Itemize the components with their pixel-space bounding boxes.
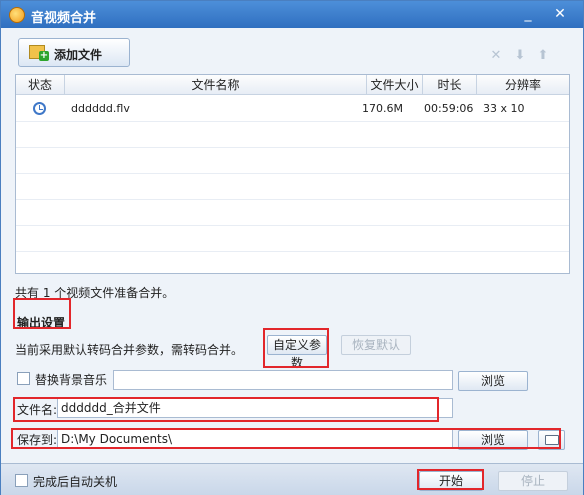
table-row[interactable]: dddddd.flv 170.6M 00:59:06 33 x 10	[16, 96, 569, 122]
header-size[interactable]: 文件大小	[367, 75, 423, 95]
open-folder-button[interactable]	[538, 430, 565, 450]
remove-icon[interactable]: ✕	[489, 49, 503, 63]
start-button[interactable]: 开始	[419, 471, 483, 491]
table-row-empty	[16, 200, 569, 226]
clock-icon	[33, 102, 46, 115]
plus-icon: +	[39, 50, 49, 61]
custom-params-button[interactable]: 自定义参数	[267, 335, 327, 370]
table-row-empty	[16, 122, 569, 148]
table-row-empty	[16, 174, 569, 200]
browse-bgm-button[interactable]: 浏览	[458, 371, 528, 391]
file-list: 状态 文件名称 文件大小 时长 分辨率 dddddd.flv 170.6M 00…	[15, 74, 570, 274]
save-path-input[interactable]: D:\My Documents\	[57, 429, 453, 449]
move-down-icon[interactable]: ⬇	[513, 49, 527, 63]
replace-bgm-checkbox[interactable]	[17, 372, 30, 385]
save-to-label: 保存到:	[17, 433, 58, 447]
table-row-empty	[16, 252, 569, 273]
filename-input[interactable]: dddddd_合并文件	[57, 398, 453, 418]
auto-shutdown-label: 完成后自动关机	[33, 475, 118, 489]
param-hint: 当前采用默认转码合并参数，需转码合并。	[15, 343, 244, 357]
window-title: 音视频合并	[31, 11, 97, 26]
file-resolution: 33 x 10	[483, 102, 525, 115]
move-up-icon[interactable]: ⬆	[536, 49, 550, 63]
file-size: 170.6M	[362, 102, 403, 115]
close-button[interactable]: ✕	[549, 4, 571, 24]
table-row-empty	[16, 226, 569, 252]
auto-shutdown-checkbox[interactable]	[15, 474, 28, 487]
file-count-text: 共有 1 个视频文件准备合并。	[15, 286, 175, 300]
add-file-label: 添加文件	[54, 48, 103, 62]
footer-bar: 完成后自动关机 开始 停止	[1, 463, 583, 495]
browse-save-button[interactable]: 浏览	[458, 430, 528, 450]
filename-label: 文件名:	[17, 403, 58, 417]
minimize-button[interactable]: _	[517, 4, 539, 24]
file-duration: 00:59:06	[424, 102, 474, 115]
stop-button[interactable]: 停止	[498, 471, 568, 491]
replace-bgm-label: 替换背景音乐	[35, 373, 108, 387]
header-duration[interactable]: 时长	[423, 75, 477, 95]
title-bar[interactable]: 音视频合并 _ ✕	[1, 1, 583, 28]
merge-window: 音视频合并 _ ✕ + 添加文件 ✕ ⬇ ⬆ 状态 文件名称 文件大小 时长 分…	[0, 0, 584, 495]
app-icon	[9, 7, 25, 23]
table-row-empty	[16, 148, 569, 174]
add-file-button[interactable]: + 添加文件	[18, 38, 130, 67]
file-name: dddddd.flv	[71, 102, 130, 115]
header-status[interactable]: 状态	[16, 75, 65, 95]
header-resolution[interactable]: 分辨率	[477, 75, 569, 95]
folder-icon	[545, 435, 559, 445]
output-settings-title: 输出设置	[17, 316, 66, 330]
bgm-path-input[interactable]	[113, 370, 453, 390]
file-list-header: 状态 文件名称 文件大小 时长 分辨率	[16, 75, 569, 95]
header-name[interactable]: 文件名称	[65, 75, 367, 95]
restore-default-button[interactable]: 恢复默认	[341, 335, 411, 355]
